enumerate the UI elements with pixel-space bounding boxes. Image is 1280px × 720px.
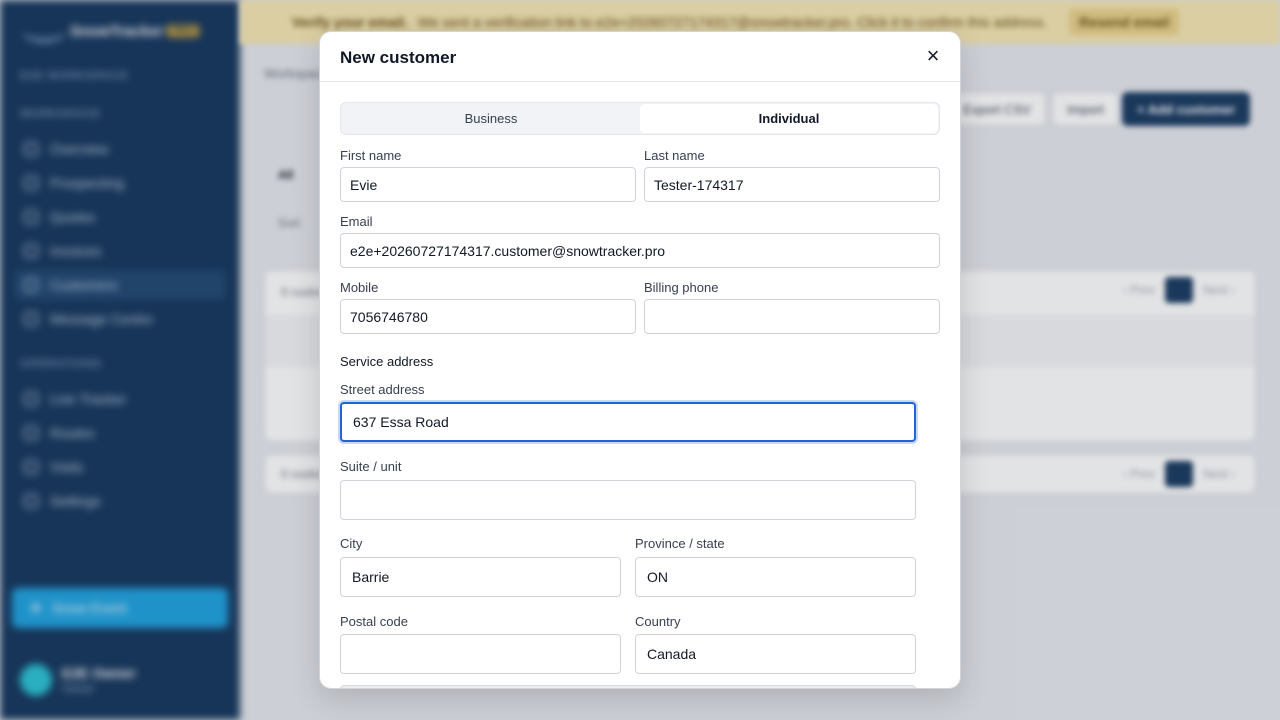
country-field[interactable]	[635, 634, 916, 674]
street-address-label: Street address	[340, 382, 425, 397]
first-name-field[interactable]	[340, 167, 636, 202]
province-field[interactable]	[635, 557, 916, 597]
billing-phone-label: Billing phone	[644, 280, 719, 295]
mobile-label: Mobile	[340, 280, 379, 295]
city-field[interactable]	[340, 557, 621, 597]
customer-type-toggle: Business Individual	[340, 102, 940, 135]
dialog-header: New customer ×	[320, 32, 960, 82]
billing-phone-field[interactable]	[644, 299, 940, 334]
postal-code-label: Postal code	[340, 614, 408, 629]
last-name-field[interactable]	[644, 167, 940, 202]
service-address-heading: Service address	[340, 354, 434, 369]
new-customer-dialog: New customer × Business Individual First…	[319, 31, 961, 689]
suite-unit-label: Suite / unit	[340, 459, 402, 474]
email-field[interactable]	[340, 233, 940, 268]
first-name-label: First name	[340, 148, 402, 163]
city-label: City	[340, 536, 363, 551]
last-name-label: Last name	[644, 148, 705, 163]
next-field-peek	[340, 685, 916, 688]
country-label: Country	[635, 614, 681, 629]
street-address-field[interactable]	[340, 402, 916, 442]
mobile-field[interactable]	[340, 299, 636, 334]
close-icon[interactable]: ×	[920, 43, 946, 69]
dialog-body: Business Individual First name Last name…	[320, 83, 960, 688]
tab-business[interactable]: Business	[342, 104, 640, 133]
tab-individual[interactable]: Individual	[640, 104, 938, 133]
suite-unit-field[interactable]	[340, 480, 916, 520]
postal-code-field[interactable]	[340, 634, 621, 674]
dialog-title: New customer	[340, 48, 457, 67]
province-label: Province / state	[635, 536, 725, 551]
email-label: Email	[340, 214, 373, 229]
